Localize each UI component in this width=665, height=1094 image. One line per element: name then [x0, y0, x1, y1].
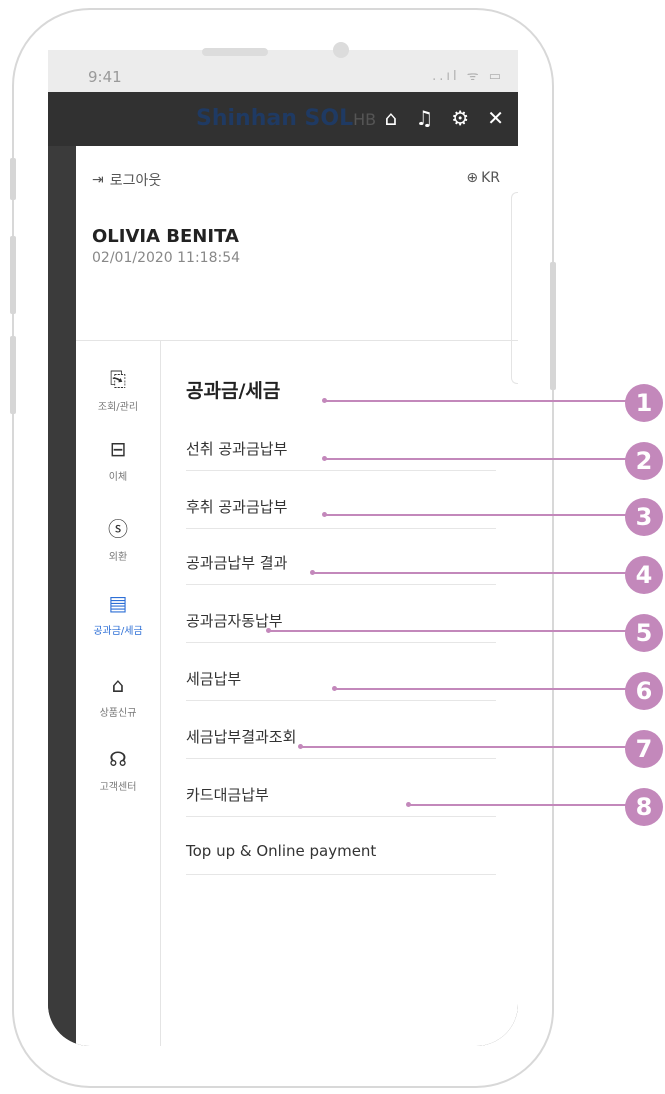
app-bar-actions: ⌂ ♫ ⚙ ✕ — [385, 106, 504, 130]
menu-item-card-payment[interactable]: 카드대금납부 — [186, 778, 496, 817]
phone-volume-up-button — [10, 236, 16, 314]
nav-item-exchange[interactable]: ⓢ 외환 — [76, 516, 160, 563]
nav-label: 공과금/세금 — [93, 626, 143, 637]
menu-content: 공과금/세금 선취 공과금납부 후취 공과금납부 공과금납부 결과 공과금자동납… — [161, 340, 518, 1046]
transfer-icon: ⊟ — [109, 437, 127, 461]
menu-item-label: 후취 공과금납부 — [186, 498, 288, 516]
phone-camera — [333, 42, 349, 58]
app-bar: Shinhan SOLHB ⌂ ♫ ⚙ ✕ — [48, 92, 518, 146]
nav-item-bills-tax[interactable]: ▤ 공과금/세금 — [76, 590, 160, 637]
callout-line — [324, 458, 630, 460]
side-menu-panel: ⇥ 로그아웃 ⊕ KR OLIVIA BENITA 02/01/2020 11:… — [76, 146, 518, 1046]
language-label: KR — [481, 170, 500, 186]
category-nav: ⎘ 조회/관리 ⊟ 이체 ⓢ 외환 ▤ 공과금/세금 ⌂ 상품신규 ☊ 고객센터 — [76, 340, 161, 1046]
nav-label: 고객센터 — [99, 782, 137, 793]
menu-item-prepaid-bill[interactable]: 선취 공과금납부 — [186, 432, 496, 471]
callout-badge: 4 — [625, 556, 663, 594]
menu-item-tax-result[interactable]: 세금납부결과조회 — [186, 720, 496, 759]
status-bar: 9:41 ..ıl ᯤ ▭ — [48, 50, 518, 92]
menu-item-tax-payment[interactable]: 세금납부 — [186, 662, 496, 701]
nav-item-transfer[interactable]: ⊟ 이체 — [76, 436, 160, 483]
background-page — [48, 146, 76, 1046]
nav-label: 조회/관리 — [97, 402, 139, 413]
callout-line — [408, 804, 630, 806]
menu-item-label: 세금납부결과조회 — [186, 728, 297, 746]
callout-badge: 5 — [625, 614, 663, 652]
menu-item-bill-result[interactable]: 공과금납부 결과 — [186, 546, 496, 585]
phone-mute-switch — [10, 158, 16, 200]
status-time: 9:41 — [88, 68, 122, 86]
close-icon[interactable]: ✕ — [487, 106, 504, 130]
logout-icon: ⇥ — [92, 172, 104, 188]
bill-icon: ▤ — [108, 591, 128, 615]
gear-icon[interactable]: ⚙ — [451, 106, 469, 130]
brand-suffix: HB — [353, 110, 377, 129]
nav-label: 이체 — [108, 472, 128, 483]
nav-label: 상품신규 — [99, 708, 137, 719]
headset-icon: ☊ — [109, 747, 127, 771]
phone-speaker — [202, 48, 268, 56]
menu-item-auto-bill[interactable]: 공과금자동납부 — [186, 604, 496, 643]
nav-label: 외환 — [108, 552, 128, 563]
menu-item-topup-online[interactable]: Top up & Online payment — [186, 836, 496, 875]
menu-item-label: 공과금납부 결과 — [186, 554, 288, 572]
callout-badge: 3 — [625, 498, 663, 536]
phone-screen: 9:41 ..ıl ᯤ ▭ Shinhan SOLHB ⌂ ♫ ⚙ ✕ ⇥ 로그… — [48, 50, 518, 1046]
logout-button[interactable]: ⇥ 로그아웃 — [92, 170, 161, 190]
product-icon: ⌂ — [111, 673, 125, 697]
callout-line — [312, 572, 630, 574]
phone-volume-down-button — [10, 336, 16, 414]
menu-item-label: 카드대금납부 — [186, 786, 269, 804]
callout-badge: 1 — [625, 384, 663, 422]
system-status-icons: ..ıl ᯤ ▭ — [432, 69, 504, 84]
menu-item-postpaid-bill[interactable]: 후취 공과금납부 — [186, 490, 496, 529]
nav-item-new-product[interactable]: ⌂ 상품신규 — [76, 672, 160, 719]
menu-item-label: Top up & Online payment — [186, 842, 377, 860]
menu-item-label: 세금납부 — [186, 670, 242, 688]
language-selector[interactable]: ⊕ KR — [466, 170, 500, 186]
login-datetime: 02/01/2020 11:18:54 — [92, 250, 241, 266]
globe-icon: ⊕ — [466, 170, 479, 186]
search-document-icon: ⎘ — [110, 367, 126, 391]
menu-item-label: 선취 공과금납부 — [186, 440, 288, 458]
callout-badge: 8 — [625, 788, 663, 826]
callout-badge: 2 — [625, 442, 663, 480]
nav-item-inquiry[interactable]: ⎘ 조회/관리 — [76, 366, 160, 413]
callout-line — [268, 630, 630, 632]
brand-name: Shinhan SOL — [196, 106, 354, 131]
user-name: OLIVIA BENITA — [92, 226, 239, 247]
section-title: 공과금/세금 — [186, 380, 281, 402]
logout-label: 로그아웃 — [109, 173, 162, 189]
callout-line — [324, 400, 630, 402]
exchange-icon: ⓢ — [108, 517, 128, 541]
callout-line — [324, 514, 630, 516]
nav-item-customer-center[interactable]: ☊ 고객센터 — [76, 746, 160, 793]
callout-badge: 6 — [625, 672, 663, 710]
bell-icon[interactable]: ♫ — [415, 106, 433, 130]
callout-line — [300, 746, 630, 748]
callout-badge: 7 — [625, 730, 663, 768]
callout-line — [334, 688, 630, 690]
home-icon[interactable]: ⌂ — [385, 106, 398, 130]
phone-power-button — [550, 262, 556, 390]
profile-section: ⇥ 로그아웃 ⊕ KR OLIVIA BENITA 02/01/2020 11:… — [76, 146, 518, 384]
brand-logo: Shinhan SOLHB — [196, 106, 376, 131]
